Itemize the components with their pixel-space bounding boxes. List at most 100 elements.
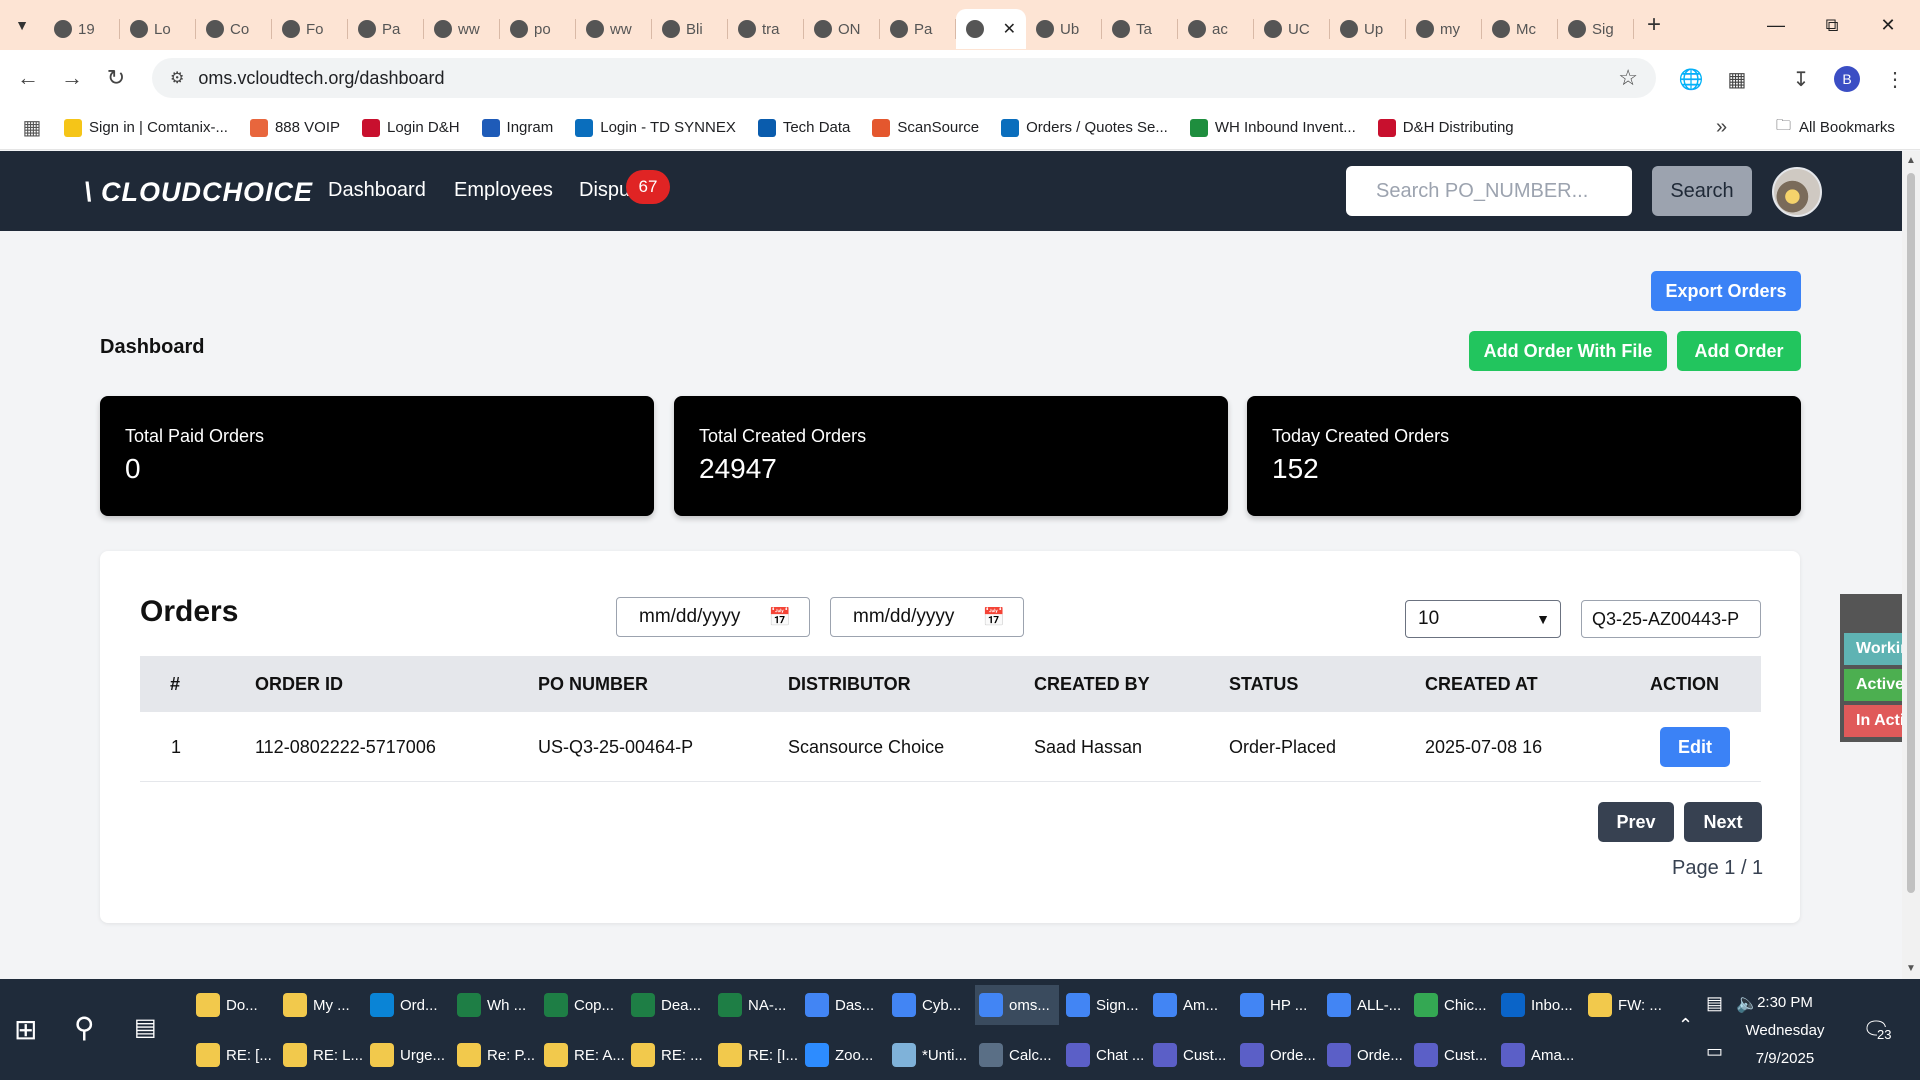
search-button[interactable]: Search xyxy=(1652,166,1752,216)
nav-dashboard[interactable]: Dashboard xyxy=(328,179,426,202)
bookmark-item[interactable]: WH Inbound Invent... xyxy=(1189,118,1356,137)
minimize-icon[interactable]: — xyxy=(1748,0,1804,50)
browser-tab[interactable]: Ub xyxy=(1026,9,1102,49)
add-order-button[interactable]: Add Order xyxy=(1677,331,1801,371)
browser-tab[interactable]: po xyxy=(500,9,576,49)
tab-search-chevron-icon[interactable]: ▼ xyxy=(0,0,44,50)
close-window-icon[interactable]: ✕ xyxy=(1860,0,1916,50)
taskbar-app[interactable]: Ama... xyxy=(1497,1035,1581,1075)
browser-tab[interactable]: Sig xyxy=(1558,9,1634,49)
taskbar-app[interactable]: Chic... xyxy=(1410,985,1494,1025)
system-clock[interactable]: 2:30 PM Wednesday 7/9/2025 xyxy=(1730,989,1840,1073)
taskbar-app[interactable]: Zoo... xyxy=(801,1035,885,1075)
bookmark-item[interactable]: Ingram xyxy=(481,118,553,137)
browser-tab[interactable]: UC xyxy=(1254,9,1330,49)
back-icon[interactable]: ← xyxy=(6,56,50,100)
forward-icon[interactable]: → xyxy=(50,56,94,100)
new-tab-button[interactable]: + xyxy=(1634,11,1674,39)
page-scrollbar[interactable]: ▲ ▼ xyxy=(1902,151,1920,979)
browser-tab[interactable]: 19 xyxy=(44,9,120,49)
date-from-input[interactable]: mm/dd/yyyy 📅 xyxy=(616,597,810,637)
windows-start-icon[interactable]: ⊞ xyxy=(14,1013,37,1046)
browser-tab[interactable]: ww xyxy=(576,9,652,49)
browser-tab[interactable]: Up xyxy=(1330,9,1406,49)
taskbar-app[interactable]: *Unti... xyxy=(888,1035,972,1075)
network-icon[interactable]: ▤ xyxy=(1706,993,1723,1014)
date-to-input[interactable]: mm/dd/yyyy 📅 xyxy=(830,597,1024,637)
browser-tab[interactable]: ON xyxy=(804,9,880,49)
taskbar-app[interactable]: RE: [I... xyxy=(714,1035,798,1075)
taskbar-app[interactable]: RE: L... xyxy=(279,1035,363,1075)
bookmark-item[interactable]: Tech Data xyxy=(757,118,850,137)
bookmark-item[interactable]: D&H Distributing xyxy=(1377,118,1514,137)
add-order-with-file-button[interactable]: Add Order With File xyxy=(1469,331,1667,371)
profile-avatar[interactable]: B xyxy=(1834,66,1860,92)
scroll-down-icon[interactable]: ▼ xyxy=(1906,963,1916,974)
taskbar-app[interactable]: HP ... xyxy=(1236,985,1320,1025)
taskbar-app[interactable]: Das... xyxy=(801,985,885,1025)
cloudchoice-logo[interactable]: \ CLOUDCHOICE xyxy=(84,177,313,208)
site-info-icon[interactable]: ⚙ xyxy=(170,68,184,88)
taskbar-app[interactable]: My ... xyxy=(279,985,363,1025)
taskbar-app[interactable]: Cust... xyxy=(1410,1035,1494,1075)
taskbar-app[interactable]: RE: A... xyxy=(540,1035,624,1075)
taskbar-app[interactable]: Wh ... xyxy=(453,985,537,1025)
taskbar-app[interactable]: ALL-... xyxy=(1323,985,1407,1025)
bookmark-item[interactable]: 888 VOIP xyxy=(249,118,340,137)
browser-tab[interactable]: Co xyxy=(196,9,272,49)
next-button[interactable]: Next xyxy=(1684,802,1762,842)
search-icon[interactable]: ⚲ xyxy=(74,1011,95,1044)
download-icon[interactable]: ↧ xyxy=(1786,64,1816,94)
taskbar-app[interactable]: Urge... xyxy=(366,1035,450,1075)
browser-tab[interactable]: Pa xyxy=(348,9,424,49)
taskbar-app[interactable]: Dea... xyxy=(627,985,711,1025)
url-bar[interactable]: ⚙ oms.vcloudtech.org/dashboard ☆ xyxy=(152,58,1656,98)
bookmark-item[interactable]: Orders / Quotes Se... xyxy=(1001,118,1168,137)
calendar-icon[interactable]: 📅 xyxy=(983,607,1005,628)
display-icon[interactable]: ▭ xyxy=(1706,1041,1723,1062)
edit-button[interactable]: Edit xyxy=(1660,727,1730,767)
taskbar-app[interactable]: FW: ... xyxy=(1584,985,1668,1025)
user-avatar[interactable] xyxy=(1772,167,1822,217)
close-tab-icon[interactable]: ✕ xyxy=(1003,19,1016,39)
show-hidden-icons-icon[interactable]: ⌃ xyxy=(1678,1015,1693,1036)
browser-tab[interactable]: tra xyxy=(728,9,804,49)
translate-icon[interactable]: 🌐 xyxy=(1676,64,1706,94)
bookmark-item[interactable]: Login - TD SYNNEX xyxy=(575,118,736,137)
browser-tab[interactable]: Ta xyxy=(1102,9,1178,49)
nav-employees[interactable]: Employees xyxy=(454,179,553,202)
page-size-select[interactable]: 10 ▼ xyxy=(1405,600,1561,638)
taskbar-app[interactable]: RE: [... xyxy=(192,1035,276,1075)
task-view-icon[interactable]: ▤ xyxy=(134,1013,157,1042)
more-bookmarks-icon[interactable]: » xyxy=(1716,116,1727,139)
taskbar-app[interactable]: Cop... xyxy=(540,985,624,1025)
browser-tab[interactable]: ac xyxy=(1178,9,1254,49)
browser-tab[interactable]: my xyxy=(1406,9,1482,49)
taskbar-app[interactable]: Do... xyxy=(192,985,276,1025)
browser-tab[interactable]: Fo xyxy=(272,9,348,49)
taskbar-app[interactable]: Inbo... xyxy=(1497,985,1581,1025)
taskbar-app[interactable]: Cyb... xyxy=(888,985,972,1025)
taskbar-app[interactable]: Cust... xyxy=(1149,1035,1233,1075)
bookmark-star-icon[interactable]: ☆ xyxy=(1618,65,1638,91)
taskbar-app[interactable]: oms... xyxy=(975,985,1059,1025)
browser-tab[interactable]: Mc xyxy=(1482,9,1558,49)
apps-grid-icon[interactable]: ▦ xyxy=(0,115,64,140)
all-bookmarks[interactable]: 🗀 All Bookmarks xyxy=(1776,115,1895,140)
taskbar-app[interactable]: NA-... xyxy=(714,985,798,1025)
bookmark-item[interactable]: ScanSource xyxy=(872,118,979,137)
browser-tab[interactable]: Lo xyxy=(120,9,196,49)
scroll-thumb[interactable] xyxy=(1907,173,1915,893)
restore-icon[interactable]: ⧉ xyxy=(1804,0,1860,50)
taskbar-app[interactable]: Ord... xyxy=(366,985,450,1025)
browser-tab[interactable]: ww xyxy=(424,9,500,49)
export-orders-button[interactable]: Export Orders xyxy=(1651,271,1801,311)
order-filter-input[interactable]: Q3-25-AZ00443-P xyxy=(1581,600,1761,638)
po-search-input[interactable] xyxy=(1346,166,1632,216)
browser-tab[interactable]: Bli xyxy=(652,9,728,49)
calendar-icon[interactable]: 📅 xyxy=(769,607,791,628)
extensions-icon[interactable]: ▦ xyxy=(1722,64,1752,94)
reload-icon[interactable]: ↻ xyxy=(94,56,138,100)
taskbar-app[interactable]: Am... xyxy=(1149,985,1233,1025)
browser-tab[interactable]: Pa xyxy=(880,9,956,49)
